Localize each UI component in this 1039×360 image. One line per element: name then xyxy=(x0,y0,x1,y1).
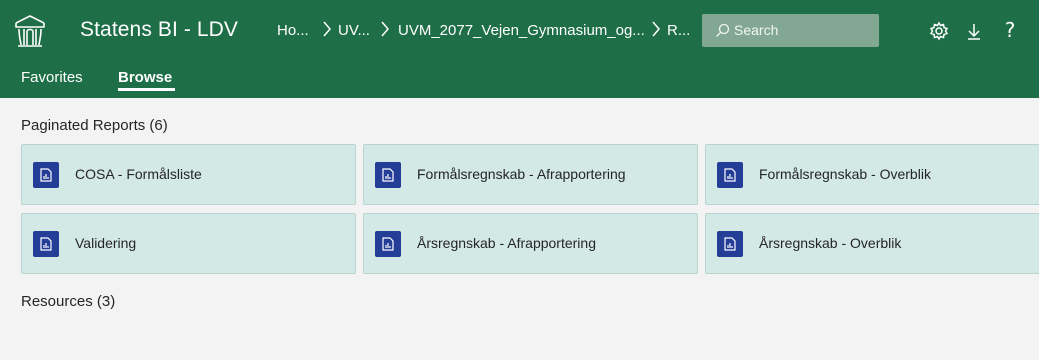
logo-icon[interactable] xyxy=(12,13,48,49)
breadcrumb-separator-icon xyxy=(380,19,390,44)
paginated-report-icon xyxy=(33,162,59,188)
active-tab-indicator xyxy=(118,88,175,91)
report-tile[interactable]: Årsregnskab - Overblik xyxy=(705,213,1039,274)
paginated-report-icon xyxy=(375,162,401,188)
search-input[interactable]: Search xyxy=(734,22,778,38)
section-title-paginated-reports: Paginated Reports (6) xyxy=(21,117,168,134)
top-bar: Statens BI - LDV Ho... UV... UVM_2077_Ve… xyxy=(0,0,1039,62)
section-title-resources: Resources (3) xyxy=(21,293,116,310)
report-tile-label: COSA - Formålsliste xyxy=(75,166,202,182)
breadcrumb-separator-icon xyxy=(651,19,661,44)
report-tile[interactable]: Formålsregnskab - Afrapportering xyxy=(363,144,698,205)
report-tile-label: Validering xyxy=(75,235,137,251)
paginated-report-icon xyxy=(33,231,59,257)
tab-browse[interactable]: Browse xyxy=(118,69,172,86)
app-title[interactable]: Statens BI - LDV xyxy=(80,18,238,42)
breadcrumb-folder[interactable]: UV... xyxy=(338,22,370,39)
report-tile-label: Årsregnskab - Afrapportering xyxy=(417,235,596,251)
report-tile-label: Formålsregnskab - Overblik xyxy=(759,166,931,182)
breadcrumb-home[interactable]: Ho... xyxy=(277,22,309,39)
help-icon[interactable]: ? xyxy=(997,18,1023,44)
report-tile[interactable]: Formålsregnskab - Overblik xyxy=(705,144,1039,205)
search-box[interactable]: Search xyxy=(702,14,879,47)
report-tile[interactable]: COSA - Formålsliste xyxy=(21,144,356,205)
paginated-report-icon xyxy=(375,231,401,257)
breadcrumb-separator-icon xyxy=(322,19,332,44)
report-tile-label: Årsregnskab - Overblik xyxy=(759,235,902,251)
paginated-report-icon xyxy=(717,162,743,188)
paginated-report-icon xyxy=(717,231,743,257)
breadcrumb-current[interactable]: R... xyxy=(667,22,690,39)
download-icon[interactable] xyxy=(961,18,987,44)
search-icon xyxy=(715,23,730,38)
report-tile-label: Formålsregnskab - Afrapportering xyxy=(417,166,626,182)
report-tile[interactable]: Årsregnskab - Afrapportering xyxy=(363,213,698,274)
tab-favorites[interactable]: Favorites xyxy=(21,69,83,86)
nav-bar: Favorites Browse xyxy=(0,62,1039,98)
report-tile[interactable]: Validering xyxy=(21,213,356,274)
settings-icon[interactable] xyxy=(926,18,952,44)
breadcrumb-workspace[interactable]: UVM_2077_Vejen_Gymnasium_og... xyxy=(398,22,645,39)
